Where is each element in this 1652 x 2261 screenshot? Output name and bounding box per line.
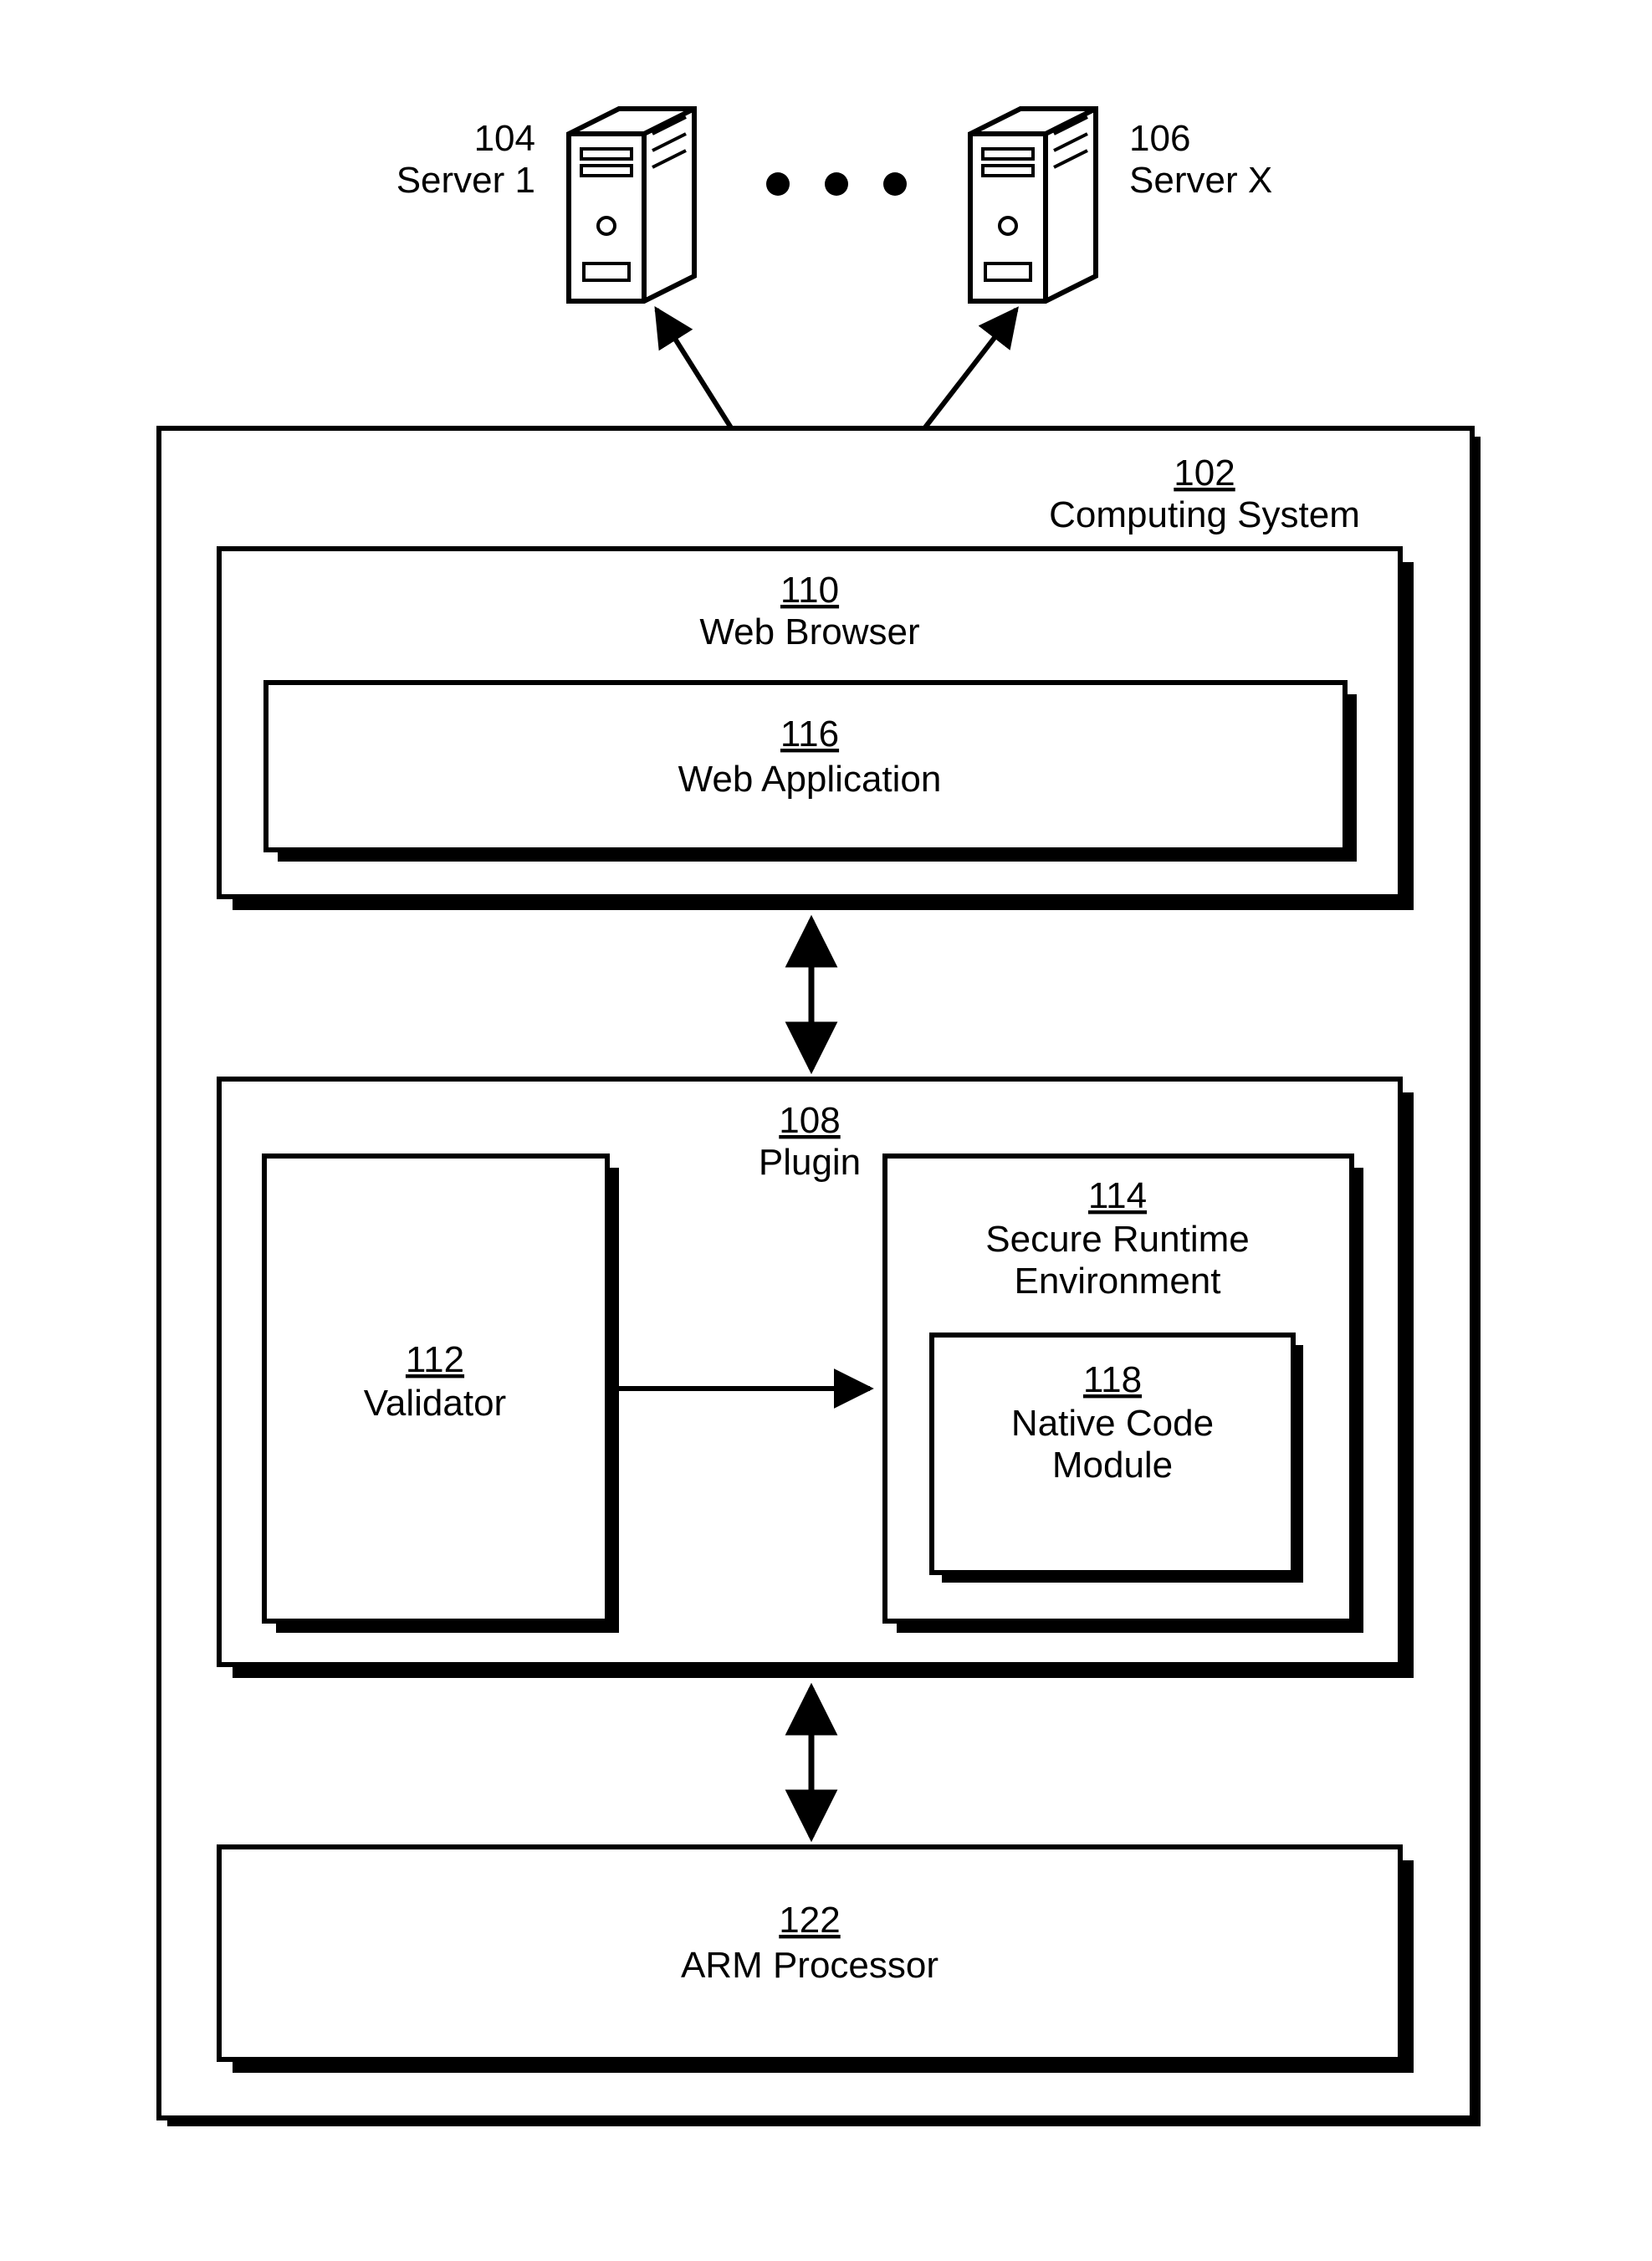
native-code-line2: Module	[1052, 1445, 1173, 1486]
ellipsis-dots	[766, 172, 907, 196]
plugin-name: Plugin	[759, 1142, 861, 1183]
secure-runtime-ref: 114	[1088, 1175, 1147, 1216]
server-x-name: Server X	[1129, 160, 1272, 201]
validator-ref: 112	[406, 1339, 464, 1380]
server-1-ref: 104	[474, 118, 535, 159]
native-code-ref: 118	[1083, 1359, 1142, 1400]
arm-processor-ref: 122	[779, 1900, 840, 1941]
server-1-icon	[569, 109, 694, 301]
server-x-icon	[970, 109, 1096, 301]
secure-runtime-line2: Environment	[1014, 1261, 1220, 1302]
web-application-name: Web Application	[678, 759, 942, 800]
web-browser-ref: 110	[780, 570, 839, 611]
computing-system-name: Computing System	[1049, 494, 1360, 535]
web-browser-name: Web Browser	[699, 611, 919, 652]
arm-processor-name: ARM Processor	[681, 1945, 939, 1986]
validator-name: Validator	[364, 1383, 506, 1424]
native-code-line1: Native Code	[1011, 1403, 1214, 1444]
web-application-ref: 116	[780, 714, 839, 755]
computing-system-ref: 102	[1174, 453, 1235, 494]
plugin-ref: 108	[779, 1100, 840, 1141]
secure-runtime-line1: Secure Runtime	[985, 1219, 1249, 1260]
server-1-name: Server 1	[396, 160, 535, 201]
server-x-ref: 106	[1129, 118, 1190, 159]
